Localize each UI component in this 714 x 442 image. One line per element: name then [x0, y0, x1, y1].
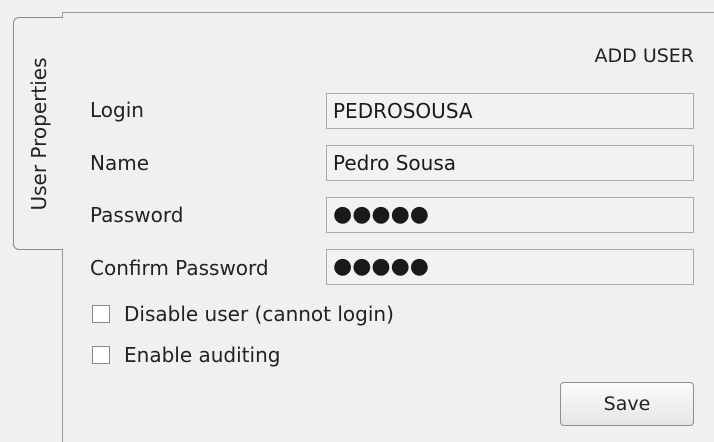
enable-auditing-row[interactable]: Enable auditing [92, 343, 280, 367]
name-label: Name [90, 151, 150, 175]
save-button[interactable]: Save [560, 382, 694, 426]
tab-label: User Properties [26, 56, 51, 211]
enable-auditing-label: Enable auditing [124, 343, 281, 367]
password-label: Password [90, 203, 184, 227]
confirm-password-field[interactable]: ●●●●● [326, 249, 694, 285]
password-field[interactable]: ●●●●● [326, 197, 694, 233]
disable-user-row[interactable]: Disable user (cannot login) [92, 302, 394, 326]
confirm-password-label: Confirm Password [90, 256, 269, 280]
form-title: ADD USER [594, 45, 694, 67]
disable-user-label: Disable user (cannot login) [124, 302, 394, 326]
tab-user-properties[interactable]: User Properties [13, 17, 63, 250]
name-field[interactable]: Pedro Sousa [326, 145, 694, 181]
login-field[interactable]: PEDROSOUSA [326, 93, 694, 129]
login-label: Login [90, 98, 144, 122]
disable-user-checkbox[interactable] [92, 305, 110, 323]
enable-auditing-checkbox[interactable] [92, 346, 110, 364]
